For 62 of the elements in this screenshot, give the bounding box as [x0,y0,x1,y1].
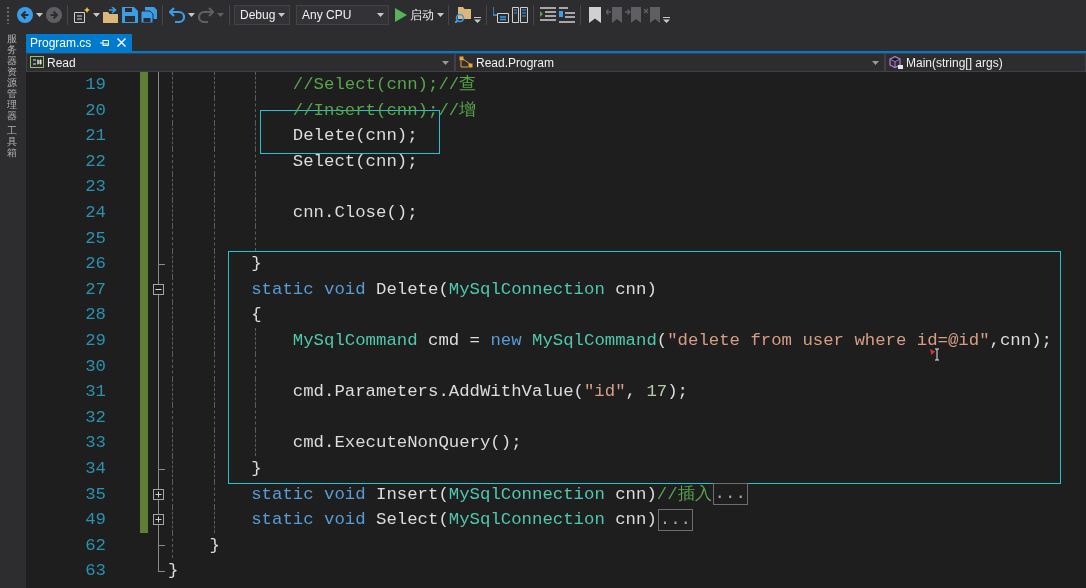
code-line: //Select(cnn);//查 [292,74,477,96]
caret-icon [872,60,879,65]
line-number: 63 [85,560,106,583]
line-number: 29 [85,329,106,352]
line-number: 49 [85,509,106,532]
line-number: 62 [85,534,106,557]
connected-boxes-icon [459,56,473,69]
side-tab[interactable]: 工具箱 [7,125,17,158]
collapsed-code-box[interactable]: ... [712,483,748,506]
platform-dropdown[interactable]: Any CPU [296,5,389,25]
navigation-dropdown[interactable]: Read.Program [455,53,885,72]
toolbar-grip[interactable] [6,6,10,24]
code-line: } [251,457,262,480]
expand-icon[interactable] [153,488,164,500]
line-number: 25 [85,227,106,250]
pin-icon[interactable] [100,38,110,47]
caret-icon [442,60,449,65]
code-line: cmd.Parameters.AddWithValue("id", 17); [292,381,688,404]
line-number: 28 [85,304,106,327]
navigation-dropdown[interactable]: Read [26,53,455,72]
navigation-dropdown[interactable]: Main(string[] args) [885,53,1086,72]
code-line: Delete(cnn); [292,125,418,148]
caret-icon [278,13,285,17]
code-line: static void Delete(MySqlConnection cnn) [251,278,657,301]
code-line: cmd.ExecuteNonQuery(); [292,432,522,455]
code-line: cnn.Close(); [292,201,418,224]
cube-icon [889,56,903,69]
text-cursor-icon [930,346,940,362]
line-number: 27 [85,278,106,301]
caret-icon [437,13,444,17]
caret-icon [377,13,384,17]
code-line: Select(cnn); [292,150,418,173]
collapsed-code-box[interactable]: ... [657,508,693,531]
document-tab[interactable]: Program.cs [26,34,133,51]
line-number: 26 [85,253,106,276]
play-icon [395,8,407,22]
collapse-icon[interactable] [153,284,164,296]
code-line: { [251,304,262,327]
code-line: static void Select(MySqlConnection cnn) [251,509,657,532]
code-line: } [251,253,262,276]
code-line: static void Insert(MySqlConnection cnn)//插入 [251,483,712,506]
close-icon[interactable] [117,38,127,47]
line-number: 23 [85,176,106,199]
code-line: MySqlCommand cmd = new MySqlCommand("delete from user where id=@id",cnn); [292,329,1052,352]
line-number: 30 [85,355,106,378]
line-number: 21 [85,125,106,148]
line-number: 34 [85,457,106,480]
side-tab[interactable]: 服务器资源管理器 [7,33,17,121]
code-line: } [209,534,220,557]
line-number: 31 [85,381,106,404]
expand-icon[interactable] [153,514,164,526]
line-number: 33 [85,432,106,455]
code-file-icon [30,56,44,69]
line-number: 19 [85,74,106,96]
line-number: 20 [85,99,106,122]
code-line: } [168,560,179,583]
line-number: 22 [85,150,106,173]
start-button[interactable]: 启动 [395,4,444,26]
line-number: 35 [85,483,106,506]
line-number: 24 [85,201,106,224]
line-number: 32 [85,406,106,429]
configuration-dropdown[interactable]: Debug [234,5,290,25]
